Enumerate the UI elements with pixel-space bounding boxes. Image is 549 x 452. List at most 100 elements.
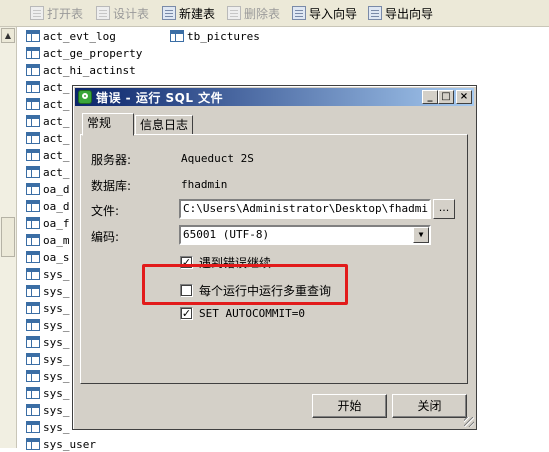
server-value: Aqueduct 2S <box>181 152 254 165</box>
table-item[interactable]: oa_s <box>26 249 70 265</box>
navicat-app-icon <box>78 90 92 104</box>
chevron-down-icon[interactable]: ▼ <box>413 227 429 243</box>
table-item-label: act_ <box>43 148 70 162</box>
close-button[interactable]: 关闭 <box>392 394 467 418</box>
table-item[interactable]: act_hi_actinst <box>26 62 136 78</box>
encoding-label: 编码: <box>91 230 120 244</box>
table-icon <box>26 217 40 229</box>
table-item-label: sys_ <box>43 267 70 281</box>
table-item[interactable]: sys_ <box>26 266 70 282</box>
table-icon <box>26 166 40 178</box>
table-icon <box>26 319 40 331</box>
maximize-icon[interactable]: □ <box>438 90 454 104</box>
table-item[interactable]: sys_ <box>26 402 70 418</box>
tab-general[interactable]: 常规 <box>82 113 134 136</box>
table-item[interactable]: act_ <box>26 79 70 95</box>
option-autocommit[interactable]: ✓ SET AUTOCOMMIT=0 <box>180 307 305 320</box>
table-icon <box>170 30 184 42</box>
table-icon <box>26 370 40 382</box>
table-item-label: sys_ <box>43 420 70 434</box>
delete-table-button[interactable]: 删除表 <box>227 4 280 22</box>
design-table-icon <box>96 6 110 20</box>
table-item-label: act_ <box>43 97 70 111</box>
option-autocommit-label: SET AUTOCOMMIT=0 <box>199 307 305 320</box>
table-item-label: sys_user <box>43 437 96 451</box>
open-table-icon <box>30 6 44 20</box>
import-wizard-icon <box>292 6 306 20</box>
table-item-label: oa_m <box>43 233 70 247</box>
start-button[interactable]: 开始 <box>312 394 387 418</box>
table-item-label: act_ <box>43 165 70 179</box>
table-item-label: oa_d <box>43 182 70 196</box>
checkbox-autocommit[interactable]: ✓ <box>180 307 193 320</box>
encoding-value: 65001 (UTF-8) <box>183 228 270 241</box>
table-item-label: sys_ <box>43 284 70 298</box>
minimize-icon[interactable]: _ <box>422 90 438 104</box>
open-table-button[interactable]: 打开表 <box>30 4 83 22</box>
table-item[interactable]: oa_d <box>26 181 70 197</box>
toolbar: 打开表 设计表 新建表 删除表 导入向导 导出向导 <box>0 0 549 27</box>
table-item[interactable]: act_ <box>26 96 70 112</box>
table-item-label: act_ <box>43 80 70 94</box>
table-item[interactable]: act_ge_property <box>26 45 142 61</box>
highlight-annotation <box>142 264 348 305</box>
table-item[interactable]: sys_ <box>26 300 70 316</box>
table-icon <box>26 234 40 246</box>
delete-table-icon <box>227 6 241 20</box>
table-item[interactable]: act_ <box>26 113 70 129</box>
table-item[interactable]: sys_ <box>26 385 70 401</box>
table-item[interactable]: oa_m <box>26 232 70 248</box>
table-item[interactable]: tb_pictures <box>170 28 260 44</box>
table-item[interactable]: act_ <box>26 130 70 146</box>
new-table-icon <box>162 6 176 20</box>
vertical-scrollbar[interactable]: ▲ <box>0 27 17 448</box>
table-item-label: act_ <box>43 131 70 145</box>
close-icon[interactable]: × <box>456 90 472 104</box>
table-item[interactable]: sys_ <box>26 368 70 384</box>
design-table-label: 设计表 <box>113 6 150 21</box>
new-table-label: 新建表 <box>179 6 216 21</box>
run-sql-dialog: 错误 - 运行 SQL 文件 _ □ × 常规 信息日志 服务器: Aquedu… <box>72 85 477 430</box>
table-item[interactable]: sys_ <box>26 419 70 435</box>
design-table-button[interactable]: 设计表 <box>96 4 149 22</box>
table-item-label: sys_ <box>43 352 70 366</box>
table-item[interactable]: sys_ <box>26 317 70 333</box>
open-table-label: 打开表 <box>47 6 84 21</box>
window-buttons: _ □ × <box>422 90 472 104</box>
file-label: 文件: <box>91 204 120 218</box>
table-icon <box>26 353 40 365</box>
encoding-select[interactable]: 65001 (UTF-8) ▼ <box>179 225 431 245</box>
resize-grip-icon[interactable] <box>464 417 474 427</box>
export-wizard-button[interactable]: 导出向导 <box>368 4 433 22</box>
scroll-up-arrow-icon[interactable]: ▲ <box>1 28 15 43</box>
dialog-titlebar[interactable]: 错误 - 运行 SQL 文件 _ □ × <box>75 88 474 106</box>
table-item[interactable]: sys_ <box>26 351 70 367</box>
table-item[interactable]: oa_d <box>26 198 70 214</box>
scroll-thumb[interactable] <box>1 217 15 257</box>
table-item-label: sys_ <box>43 403 70 417</box>
table-item[interactable]: sys_user <box>26 436 96 452</box>
export-wizard-icon <box>368 6 382 20</box>
table-item[interactable]: sys_ <box>26 283 70 299</box>
table-item[interactable]: oa_f <box>26 215 70 231</box>
table-item[interactable]: sys_ <box>26 334 70 350</box>
table-item-label: sys_ <box>43 369 70 383</box>
table-icon <box>26 285 40 297</box>
table-item-label: oa_d <box>43 199 70 213</box>
table-item[interactable]: act_evt_log <box>26 28 116 44</box>
tab-message-log[interactable]: 信息日志 <box>135 115 193 135</box>
database-value: fhadmin <box>181 178 228 191</box>
table-icon <box>26 421 40 433</box>
table-item[interactable]: act_ <box>26 164 70 180</box>
table-icon <box>26 98 40 110</box>
import-wizard-button[interactable]: 导入向导 <box>292 4 357 22</box>
browse-button[interactable]: ... <box>433 199 455 219</box>
new-table-button[interactable]: 新建表 <box>162 4 215 22</box>
table-icon <box>26 115 40 127</box>
table-item[interactable]: act_ <box>26 147 70 163</box>
table-item-label: sys_ <box>43 335 70 349</box>
table-icon <box>26 81 40 93</box>
server-label: 服务器: <box>91 153 132 167</box>
table-icon <box>26 438 40 450</box>
file-path-input[interactable]: C:\Users\Administrator\Desktop\fhadmin.s… <box>179 199 431 219</box>
